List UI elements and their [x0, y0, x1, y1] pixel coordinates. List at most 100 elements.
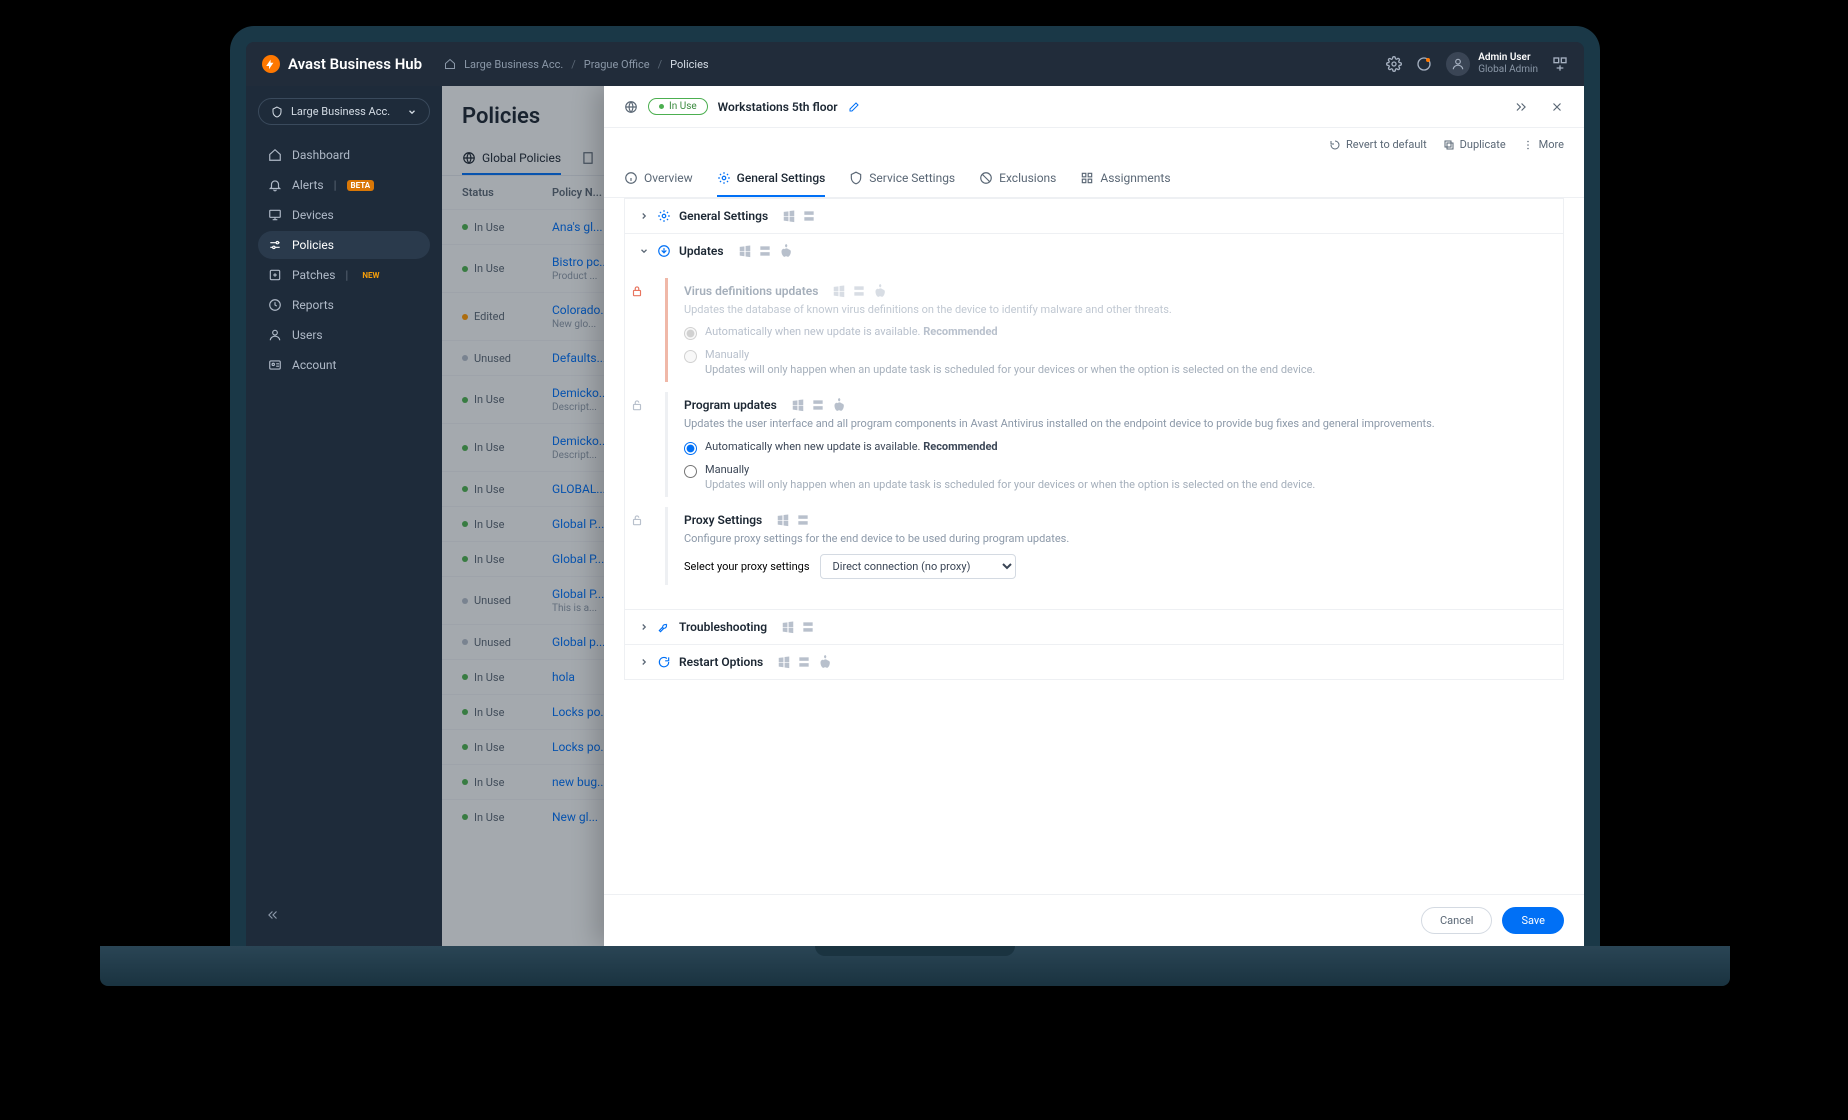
panel-tab-overview[interactable]: Overview — [624, 161, 693, 197]
section-general-settings[interactable]: General Settings — [625, 199, 1563, 233]
apple-icon — [831, 398, 845, 412]
breadcrumbs: Large Business Acc. / Prague Office / Po… — [444, 58, 708, 71]
unlock-icon[interactable] — [630, 398, 644, 412]
sidebar-item-label: Devices — [292, 208, 334, 222]
program-manual-radio[interactable] — [684, 465, 697, 478]
info-icon — [624, 171, 638, 185]
chevron-double-left-icon — [266, 908, 280, 922]
lock-icon[interactable] — [630, 284, 644, 298]
server-icon — [801, 620, 815, 634]
section-updates[interactable]: Updates — [625, 234, 1563, 268]
sidebar-item-reports[interactable]: Reports — [258, 291, 430, 319]
apple-icon — [872, 284, 886, 298]
unlock-icon[interactable] — [630, 513, 644, 527]
user-menu[interactable]: Admin User Global Admin — [1446, 52, 1538, 76]
status-badge: In Use — [648, 98, 708, 115]
windows-icon — [738, 244, 752, 258]
wrench-icon — [657, 620, 671, 634]
main-content: Policies Global Policies Status Policy N… — [442, 86, 1584, 946]
sidebar: Large Business Acc. Dashboard Alerts |BE… — [246, 86, 442, 946]
server-icon — [797, 655, 811, 669]
sidebar-item-patches[interactable]: Patches |NEW — [258, 261, 430, 289]
breadcrumb-link[interactable]: Prague Office — [584, 58, 650, 71]
windows-icon — [777, 655, 791, 669]
sidebar-collapse[interactable] — [258, 899, 430, 934]
sidebar-item-label: Users — [292, 328, 323, 342]
policy-detail-panel: In Use Workstations 5th floor Revert to … — [604, 86, 1584, 946]
panel-tab-general[interactable]: General Settings — [717, 161, 826, 197]
home-icon — [268, 148, 282, 162]
sidebar-item-users[interactable]: Users — [258, 321, 430, 349]
apple-icon — [778, 244, 792, 258]
revert-button[interactable]: Revert to default — [1329, 138, 1427, 151]
bell-icon — [268, 178, 282, 192]
windows-icon — [791, 398, 805, 412]
download-icon — [657, 244, 671, 258]
home-icon — [444, 58, 456, 70]
sidebar-item-label: Alerts — [292, 178, 324, 192]
new-badge: NEW — [358, 270, 383, 281]
account-selector[interactable]: Large Business Acc. — [258, 98, 430, 125]
gear-icon[interactable] — [1386, 56, 1402, 72]
panel-tab-exclusions[interactable]: Exclusions — [979, 161, 1056, 197]
breadcrumb-link[interactable]: Large Business Acc. — [464, 58, 563, 71]
edit-icon[interactable] — [848, 101, 860, 113]
section-restart[interactable]: Restart Options — [625, 645, 1563, 679]
sidebar-item-account[interactable]: Account — [258, 351, 430, 379]
revert-icon — [1329, 139, 1341, 151]
more-button[interactable]: More — [1522, 138, 1564, 151]
shield-icon — [271, 106, 283, 118]
duplicate-button[interactable]: Duplicate — [1443, 138, 1506, 151]
more-icon — [1522, 139, 1534, 151]
panel-tab-assignments[interactable]: Assignments — [1080, 161, 1170, 197]
column-header-name[interactable]: Policy N... — [552, 186, 602, 199]
tab-global-policies[interactable]: Global Policies — [462, 143, 561, 175]
sidebar-item-dashboard[interactable]: Dashboard — [258, 141, 430, 169]
save-button[interactable]: Save — [1502, 907, 1564, 934]
beta-badge: BETA — [347, 180, 375, 191]
windows-icon — [782, 209, 796, 223]
chevron-right-icon — [639, 622, 649, 632]
gear-icon — [657, 209, 671, 223]
setting-proxy: Proxy Settings Configure proxy settings … — [665, 507, 1549, 585]
brand-logo: Avast Business Hub — [262, 55, 422, 73]
program-auto-radio[interactable] — [684, 442, 697, 455]
windows-icon — [781, 620, 795, 634]
monitor-icon — [268, 208, 282, 222]
chevron-right-icon — [639, 657, 649, 667]
shield-icon — [849, 171, 863, 185]
sidebar-item-devices[interactable]: Devices — [258, 201, 430, 229]
globe-icon — [624, 100, 638, 114]
panel-tab-service[interactable]: Service Settings — [849, 161, 955, 197]
sidebar-item-label: Policies — [292, 238, 334, 252]
user-icon — [268, 328, 282, 342]
avatar — [1446, 52, 1470, 76]
topbar: Avast Business Hub Large Business Acc. /… — [246, 42, 1584, 86]
tab-other[interactable] — [581, 143, 595, 175]
user-role: Global Admin — [1478, 64, 1538, 76]
sliders-icon — [268, 238, 282, 252]
notifications-icon[interactable] — [1416, 56, 1432, 72]
sidebar-item-policies[interactable]: Policies — [258, 231, 430, 259]
breadcrumb-current: Policies — [670, 58, 708, 71]
section-troubleshooting[interactable]: Troubleshooting — [625, 610, 1563, 644]
expand-icon[interactable] — [1514, 100, 1528, 114]
globe-icon — [462, 151, 476, 165]
windows-icon — [832, 284, 846, 298]
proxy-select[interactable]: Direct connection (no proxy) — [820, 554, 1016, 579]
card-icon — [268, 358, 282, 372]
close-icon[interactable] — [1550, 100, 1564, 114]
server-icon — [852, 284, 866, 298]
server-icon — [796, 513, 810, 527]
chevron-down-icon — [639, 246, 649, 256]
column-header-status[interactable]: Status — [462, 186, 552, 199]
virus-manual-radio — [684, 350, 697, 363]
cancel-button[interactable]: Cancel — [1421, 907, 1492, 934]
sidebar-item-alerts[interactable]: Alerts |BETA — [258, 171, 430, 199]
copy-icon — [1443, 139, 1455, 151]
apps-icon[interactable] — [1552, 56, 1568, 72]
server-icon — [758, 244, 772, 258]
sidebar-item-label: Account — [292, 358, 336, 372]
building-icon — [581, 151, 595, 165]
account-name: Large Business Acc. — [291, 105, 390, 118]
